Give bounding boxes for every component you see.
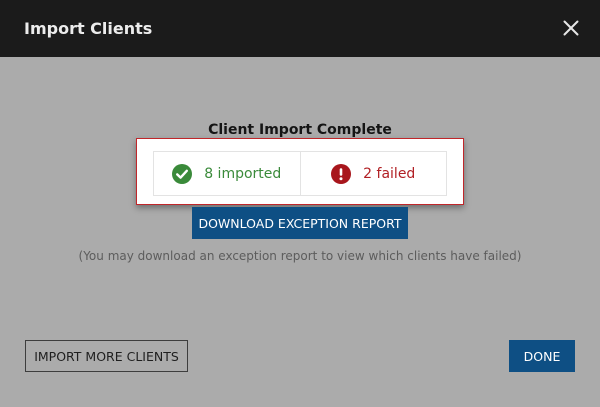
check-circle-icon <box>172 163 193 184</box>
failed-count-label: 2 failed <box>363 165 416 182</box>
download-exception-report-button[interactable]: DOWNLOAD EXCEPTION REPORT <box>192 207 408 239</box>
imported-stat: 8 imported <box>154 152 300 195</box>
close-icon <box>563 20 579 36</box>
dialog-header: Import Clients <box>0 0 600 57</box>
import-results-highlight: 8 imported 2 failed <box>136 138 464 205</box>
dialog-title: Import Clients <box>24 19 153 38</box>
exclamation-circle-icon <box>331 163 352 184</box>
import-stats: 8 imported 2 failed <box>153 151 447 196</box>
imported-count-label: 8 imported <box>204 165 282 182</box>
done-button[interactable]: DONE <box>509 340 575 372</box>
dialog-body: Client Import Complete 8 imported 2 fail… <box>0 57 600 407</box>
exception-report-note: (You may download an exception report to… <box>78 249 522 263</box>
import-clients-dialog: Import Clients Client Import Complete 8 … <box>0 0 600 407</box>
import-complete-title: Client Import Complete <box>208 122 392 138</box>
import-more-clients-button[interactable]: IMPORT MORE CLIENTS <box>25 340 188 372</box>
close-button[interactable] <box>563 20 579 36</box>
failed-stat: 2 failed <box>299 152 447 195</box>
